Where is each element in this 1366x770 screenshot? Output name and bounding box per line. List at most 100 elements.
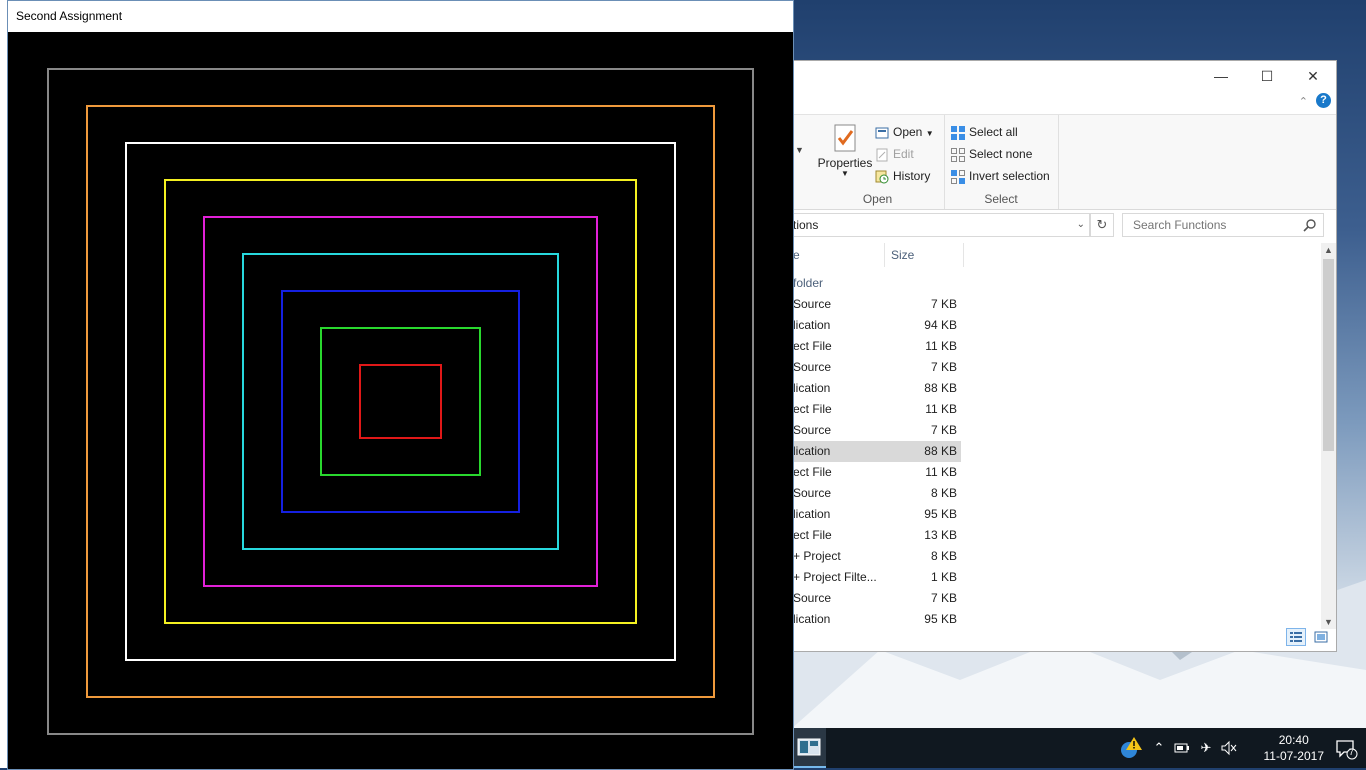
history-label: History bbox=[893, 169, 931, 183]
select-all-label: Select all bbox=[969, 125, 1018, 139]
dropdown-arrow-icon[interactable]: ▼ bbox=[795, 145, 804, 155]
file-size: 1 KB bbox=[930, 570, 957, 584]
address-row: tions ⌄ ↻ bbox=[793, 213, 1336, 237]
file-size: 11 KB bbox=[925, 402, 957, 416]
file-size: 11 KB bbox=[925, 465, 957, 479]
help-icon[interactable]: ? bbox=[1316, 93, 1331, 108]
gl-canvas[interactable] bbox=[8, 32, 793, 769]
file-list: e Size folder Source 7 KB lication 94 KB ect… bbox=[793, 243, 1321, 633]
details-view-icon[interactable] bbox=[1285, 628, 1306, 646]
list-item[interactable]: lication 88 KB bbox=[793, 378, 961, 399]
column-separator[interactable] bbox=[884, 243, 885, 267]
update-warning-icon[interactable] bbox=[1120, 736, 1142, 758]
chevron-up-icon[interactable]: ⌃ bbox=[1151, 740, 1167, 756]
taskbar: ⌃ ✈ 20:40 11-07-2017 7 bbox=[792, 728, 1366, 768]
window-title[interactable]: Second Assignment bbox=[8, 1, 793, 32]
search-input[interactable] bbox=[1131, 214, 1305, 236]
action-center-icon[interactable]: 7 bbox=[1336, 740, 1358, 760]
invert-selection-label: Invert selection bbox=[969, 169, 1050, 183]
column-header-size[interactable]: Size bbox=[891, 243, 914, 267]
list-item[interactable]: ect File 13 KB bbox=[793, 525, 961, 546]
select-none-label: Select none bbox=[969, 147, 1033, 161]
maximize-button[interactable]: ☐ bbox=[1244, 61, 1290, 91]
file-name: lication bbox=[793, 318, 831, 332]
file-size: 88 KB bbox=[924, 444, 957, 458]
list-item[interactable]: Source 7 KB bbox=[793, 588, 961, 609]
app-window-icon bbox=[797, 738, 821, 756]
file-size: 7 KB bbox=[930, 360, 957, 374]
large-icons-view-icon[interactable] bbox=[1311, 628, 1331, 646]
chevron-down-icon[interactable]: ⌄ bbox=[1077, 214, 1085, 236]
history-button[interactable]: History bbox=[875, 166, 930, 186]
scroll-up-icon[interactable]: ▲ bbox=[1321, 243, 1336, 257]
battery-icon[interactable] bbox=[1174, 740, 1190, 756]
address-text: tions bbox=[793, 218, 819, 232]
scrollbar-thumb[interactable] bbox=[1323, 259, 1334, 451]
file-name: ect File bbox=[793, 465, 832, 479]
taskbar-app-button[interactable] bbox=[792, 728, 826, 768]
edit-button[interactable]: Edit bbox=[875, 144, 914, 164]
notification-count: 7 bbox=[1349, 747, 1355, 757]
square-outline bbox=[359, 364, 442, 439]
minimize-button[interactable]: — bbox=[1198, 61, 1244, 91]
file-name: lication bbox=[793, 381, 831, 395]
file-name: Source bbox=[793, 297, 832, 311]
properties-label: Properties bbox=[817, 156, 873, 170]
file-name: + Project Filte... bbox=[793, 570, 877, 584]
airplane-mode-icon[interactable]: ✈ bbox=[1198, 740, 1214, 756]
system-clock[interactable]: 20:40 11-07-2017 bbox=[1264, 732, 1325, 764]
edit-label: Edit bbox=[893, 147, 914, 161]
chevron-down-icon: ▼ bbox=[841, 169, 849, 178]
refresh-button[interactable]: ↻ bbox=[1090, 213, 1114, 237]
list-item[interactable]: Source 7 KB bbox=[793, 357, 961, 378]
volume-muted-icon[interactable] bbox=[1221, 740, 1237, 756]
search-icon[interactable] bbox=[1303, 218, 1317, 232]
ribbon-tab-row: ⌃ ? bbox=[793, 91, 1336, 113]
list-item[interactable]: + Project 8 KB bbox=[793, 546, 961, 567]
search-field[interactable] bbox=[1122, 213, 1324, 237]
file-size: 7 KB bbox=[930, 297, 957, 311]
properties-button[interactable]: Properties ▼ bbox=[817, 123, 873, 178]
column-header-name[interactable]: e bbox=[793, 243, 800, 267]
gl-window: Second Assignment bbox=[7, 0, 794, 770]
select-all-icon bbox=[951, 125, 965, 140]
clock-time: 20:40 bbox=[1278, 733, 1309, 747]
list-item[interactable]: ect File 11 KB bbox=[793, 462, 961, 483]
list-item[interactable]: Source 7 KB bbox=[793, 294, 961, 315]
file-size: 88 KB bbox=[924, 381, 957, 395]
file-size: 94 KB bbox=[924, 318, 957, 332]
list-item[interactable]: lication 94 KB bbox=[793, 315, 961, 336]
collapse-ribbon-icon[interactable]: ⌃ bbox=[1299, 95, 1308, 108]
list-item[interactable]: lication 95 KB bbox=[793, 504, 961, 525]
invert-selection-button[interactable]: Invert selection bbox=[951, 166, 1050, 186]
file-size: 13 KB bbox=[924, 528, 957, 542]
view-switcher bbox=[1284, 628, 1331, 648]
list-item[interactable]: lication 95 KB bbox=[793, 609, 961, 630]
list-item[interactable]: ect File 11 KB bbox=[793, 399, 961, 420]
file-name: lication bbox=[793, 444, 831, 458]
group-header[interactable]: folder bbox=[793, 273, 823, 294]
column-separator[interactable] bbox=[963, 243, 964, 267]
list-item[interactable]: Source 7 KB bbox=[793, 420, 961, 441]
ribbon: ▼ Properties ▼ Open ▼ Edit History Open bbox=[793, 114, 1336, 210]
close-button[interactable]: ✕ bbox=[1290, 61, 1336, 91]
scroll-down-icon[interactable]: ▼ bbox=[1321, 615, 1336, 629]
file-name: ect File bbox=[793, 528, 832, 542]
explorer-titlebar: — ☐ ✕ bbox=[793, 61, 1336, 91]
select-none-button[interactable]: Select none bbox=[951, 144, 1032, 164]
select-none-icon bbox=[951, 147, 965, 162]
list-item[interactable]: + Project Filte... 1 KB bbox=[793, 567, 961, 588]
list-item[interactable]: lication 88 KB bbox=[793, 441, 961, 462]
file-size: 7 KB bbox=[930, 591, 957, 605]
list-item[interactable]: Source 8 KB bbox=[793, 483, 961, 504]
file-name: Source bbox=[793, 423, 832, 437]
address-bar[interactable]: tions ⌄ bbox=[793, 213, 1090, 237]
vertical-scrollbar[interactable]: ▲ ▼ bbox=[1321, 243, 1336, 629]
clock-date: 11-07-2017 bbox=[1263, 749, 1325, 763]
open-button[interactable]: Open ▼ bbox=[875, 122, 934, 142]
edit-icon bbox=[876, 148, 888, 162]
select-all-button[interactable]: Select all bbox=[951, 122, 1018, 142]
list-item[interactable]: ect File 11 KB bbox=[793, 336, 961, 357]
file-size: 8 KB bbox=[930, 486, 957, 500]
open-icon bbox=[875, 127, 889, 139]
